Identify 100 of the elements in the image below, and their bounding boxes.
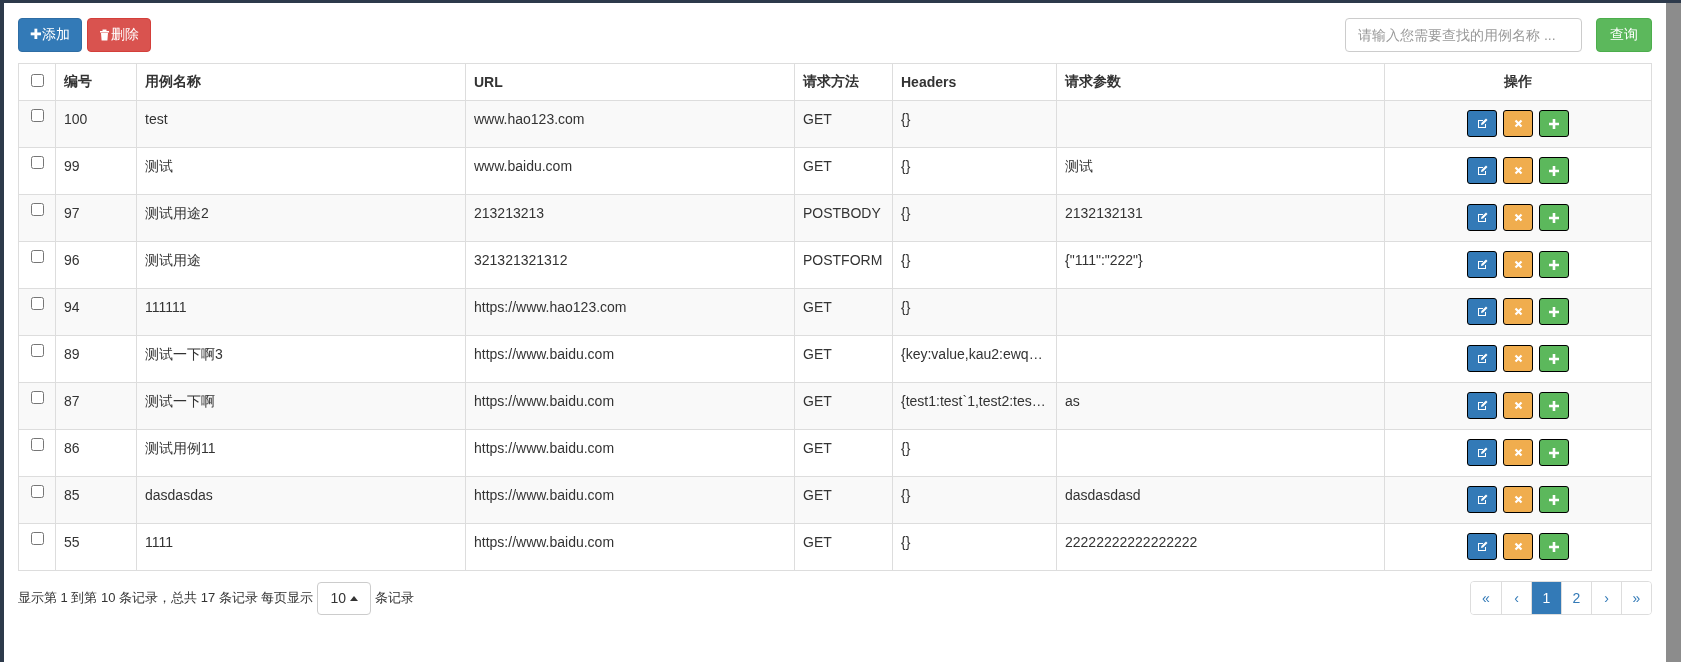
- table-cell: 111111: [145, 299, 187, 315]
- delete-row-button[interactable]: [1503, 157, 1533, 184]
- edit-button[interactable]: [1467, 204, 1498, 231]
- edit-button[interactable]: [1467, 533, 1498, 560]
- table-cell: {}: [901, 299, 911, 315]
- add-row-button[interactable]: [1538, 110, 1569, 137]
- add-row-button[interactable]: [1538, 392, 1569, 419]
- edit-button[interactable]: [1467, 439, 1498, 466]
- edit-button[interactable]: [1467, 345, 1498, 372]
- edit-button[interactable]: [1467, 110, 1498, 137]
- search-field[interactable]: 请输入您需要查找的用例名称 ...: [1345, 18, 1582, 52]
- add-row-button[interactable]: [1538, 345, 1569, 372]
- add-row-button[interactable]: [1538, 204, 1569, 231]
- delete-row-button[interactable]: [1503, 439, 1533, 466]
- add-row-button[interactable]: [1538, 298, 1569, 325]
- page-size-dropdown[interactable]: 10: [317, 581, 371, 615]
- delete-row-button[interactable]: [1503, 486, 1533, 513]
- row-checkbox[interactable]: [30, 391, 44, 404]
- table-cell: 测试一下啊3: [145, 346, 223, 362]
- column-header: 用例名称: [145, 73, 201, 89]
- delete-row-button[interactable]: [1503, 345, 1533, 372]
- plus-icon: [1548, 541, 1559, 552]
- table-cell: 测试用途2: [145, 205, 209, 221]
- edit-button[interactable]: [1467, 251, 1498, 278]
- table-cell: test: [145, 111, 168, 127]
- delete-button[interactable]: 删除: [86, 18, 151, 52]
- edit-icon: [1476, 259, 1488, 270]
- edit-icon: [1476, 306, 1488, 317]
- delete-row-button[interactable]: [1503, 204, 1533, 231]
- row-checkbox[interactable]: [30, 485, 44, 498]
- row-checkbox[interactable]: [30, 203, 44, 216]
- table-cell: dasdasdas: [145, 487, 213, 503]
- table-cell: GET: [803, 487, 832, 503]
- table-cell: POSTBODY: [803, 205, 881, 221]
- search-button[interactable]: 查询: [1596, 18, 1652, 52]
- edit-button[interactable]: [1467, 157, 1498, 184]
- close-icon: [1513, 119, 1523, 128]
- row-checkbox[interactable]: [30, 438, 44, 451]
- delete-row-button[interactable]: [1503, 251, 1533, 278]
- close-icon: [1513, 495, 1523, 504]
- close-icon: [1513, 401, 1523, 410]
- table-cell: {}: [901, 440, 911, 456]
- edit-button[interactable]: [1467, 298, 1498, 325]
- row-checkbox[interactable]: [30, 250, 44, 263]
- caret-icon: [350, 595, 358, 601]
- table-cell: https://www.baidu.com: [474, 534, 615, 550]
- column-header: 编号: [64, 73, 92, 89]
- table-cell: GET: [803, 158, 832, 174]
- table-cell: dasdasdasd: [1065, 487, 1141, 503]
- add-row-button[interactable]: [1538, 157, 1569, 184]
- select-all-checkbox[interactable]: [30, 74, 44, 87]
- table-cell: 99: [64, 158, 80, 174]
- plus-icon: [1548, 353, 1559, 364]
- row-checkbox[interactable]: [30, 344, 44, 357]
- close-icon: [1513, 448, 1523, 457]
- table-cell: 测试: [1065, 158, 1093, 174]
- edit-button[interactable]: [1467, 392, 1498, 419]
- delete-row-button[interactable]: [1503, 533, 1533, 560]
- table-cell: {}: [901, 111, 911, 127]
- table-cell: POSTFORM: [803, 252, 883, 268]
- edit-icon: [1476, 353, 1488, 364]
- plus-icon: [1548, 118, 1559, 129]
- table-cell: https://www.baidu.com: [474, 487, 615, 503]
- table-cell: {}: [901, 205, 911, 221]
- table-cell: 96: [64, 252, 80, 268]
- row-checkbox[interactable]: [30, 156, 44, 169]
- plus-icon: [1548, 306, 1559, 317]
- column-header: 操作: [1504, 73, 1532, 89]
- row-checkbox[interactable]: [30, 297, 44, 310]
- add-row-button[interactable]: [1538, 439, 1569, 466]
- add-row-button[interactable]: [1538, 533, 1569, 560]
- edit-icon: [1476, 165, 1488, 176]
- add-button[interactable]: ✚添加: [18, 18, 82, 52]
- row-checkbox[interactable]: [30, 109, 44, 122]
- column-header: Headers: [901, 74, 957, 90]
- table-cell: 1111: [145, 534, 174, 550]
- table-cell: 55: [64, 534, 80, 550]
- plus-icon: [1548, 494, 1559, 505]
- edit-button[interactable]: [1467, 486, 1498, 513]
- table-cell: www.baidu.com: [474, 158, 573, 174]
- table-cell: 87: [64, 393, 80, 409]
- table-cell: {}: [901, 252, 911, 268]
- trash-icon: [98, 29, 110, 41]
- table-cell: GET: [803, 534, 832, 550]
- delete-row-button[interactable]: [1503, 110, 1533, 137]
- add-row-button[interactable]: [1538, 251, 1569, 278]
- add-row-button[interactable]: [1538, 486, 1569, 513]
- edit-icon: [1476, 494, 1488, 505]
- close-icon: [1513, 166, 1523, 175]
- table-cell: 85: [64, 487, 80, 503]
- page-button[interactable]: 1: [1531, 582, 1561, 614]
- delete-row-button[interactable]: [1503, 298, 1533, 325]
- column-header: 请求参数: [1065, 73, 1121, 89]
- delete-row-button[interactable]: [1503, 392, 1533, 419]
- table-cell: 测试用途: [145, 252, 201, 268]
- edit-icon: [1476, 118, 1488, 129]
- table-cell: www.hao123.com: [474, 111, 585, 127]
- table-cell: {}: [901, 158, 911, 174]
- row-checkbox[interactable]: [30, 532, 44, 545]
- page-button[interactable]: »: [1621, 582, 1651, 614]
